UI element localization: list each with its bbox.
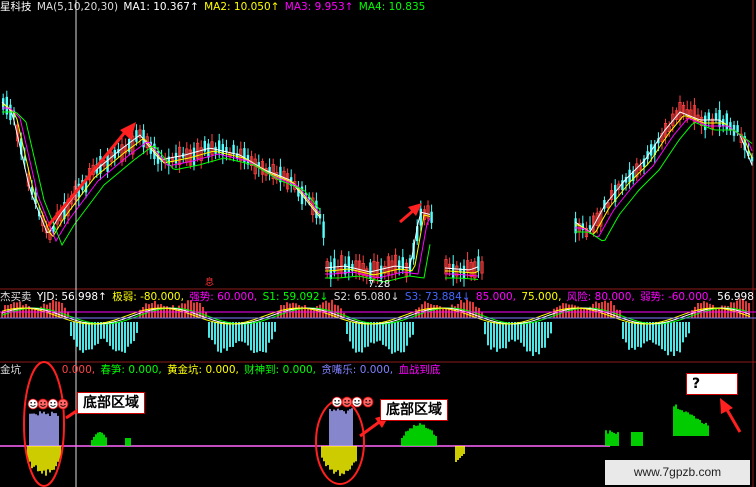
indicator2-lines <box>1 307 751 325</box>
indicator3-legend: 金坑 0.000, 春笋: 0.000, 黄金坑: 0.000, 财神到: 0.… <box>0 363 442 377</box>
candle-body-down <box>477 256 480 271</box>
candle-body-down <box>106 154 109 172</box>
smiley-face-icon <box>351 396 363 408</box>
bottom-zone-callout-1: 底部区域 <box>77 392 145 414</box>
smiley-eye-icon <box>64 402 66 404</box>
low-price-label: 7.28 <box>368 279 391 290</box>
candle-body-down <box>707 112 710 120</box>
smiley-face-icon <box>27 398 39 410</box>
smiley-eye-icon <box>30 402 32 404</box>
candle-body-down <box>714 113 718 121</box>
v75-value: 75.000, <box>521 291 562 303</box>
last-value: 56.998↑ <box>717 291 756 303</box>
smiley-face-icon <box>37 398 49 410</box>
smiley-eye-icon <box>338 400 340 402</box>
candle-body-down <box>221 144 224 156</box>
candle-body-down <box>214 146 217 154</box>
s1-value: S1: 59.092↓ <box>262 291 329 303</box>
smiley-eye-icon <box>60 402 62 404</box>
stock-chart-window: 星科技 MA(5,10,20,30) MA1: 10.367↑ MA2: 10.… <box>0 0 756 487</box>
smiley-eye-icon <box>34 402 36 404</box>
candle-body-down <box>588 225 592 230</box>
candle-body-down <box>430 211 433 223</box>
smiley-eye-icon <box>50 402 52 404</box>
bottom-zone-callout-2: 底部区域 <box>380 399 448 421</box>
indicator3-name[interactable]: 金坑 <box>0 364 21 376</box>
candle-body-down <box>729 122 732 131</box>
s2-value: S2: 65.080↓ <box>333 291 400 303</box>
ma-line <box>445 277 479 281</box>
v85-value: 85.000, <box>475 291 516 303</box>
smiley-eye-icon <box>344 400 347 402</box>
s3-value: S3: 73.884↓ <box>404 291 471 303</box>
yjd-value: YJD: 56.998↑ <box>36 291 107 303</box>
tanzuile-value: 贪嘴乐: 0.000, <box>321 364 394 376</box>
smiley-eye-icon <box>369 400 371 402</box>
smiley-eye-icon <box>334 400 337 402</box>
xuezhan-label: 血战到底 <box>398 364 441 376</box>
smiley-face-icon <box>331 396 343 408</box>
question-callout: ? <box>686 373 738 395</box>
smiley-eye-icon <box>354 400 357 402</box>
candle-body-down <box>218 140 221 154</box>
smiley-eye-icon <box>44 402 46 404</box>
website-watermark: www.7gpzb.com <box>605 460 750 485</box>
candle-body-down <box>718 109 721 128</box>
candle-body-down <box>401 257 404 271</box>
candle-body-down <box>452 264 455 278</box>
fengxian-value: 风险: 80.000, <box>566 291 635 303</box>
smiley-face-icon <box>47 398 59 410</box>
chunsun-value: 春笋: 0.000, <box>100 364 162 376</box>
qiangshi-value: 强势: 60.000, <box>189 291 258 303</box>
smiley-face-icon <box>57 398 69 410</box>
candle-body-down <box>322 221 325 238</box>
smiley-eye-icon <box>40 402 42 404</box>
smiley-eye-icon <box>365 400 368 402</box>
moving-average-lines <box>1 101 753 283</box>
candle-body-down <box>725 113 728 130</box>
callout-arrow-3 <box>720 398 742 433</box>
indicator2-legend: 杰买卖 YJD: 56.998↑ 极弱: -80.000, 强势: 60.000… <box>0 290 756 304</box>
caishendao-value: 财神到: 0.000, <box>244 364 316 376</box>
huangjinkeng-value: 黄金坑: 0.000, <box>167 364 239 376</box>
candle-body-down <box>574 218 577 234</box>
jiruo-value: 极弱: -80.000, <box>112 291 184 303</box>
indicator2-name[interactable]: 杰买卖 <box>0 291 32 303</box>
candle-body-down <box>347 256 350 273</box>
smiley-face-icon <box>341 396 353 408</box>
smiley-eye-icon <box>348 400 350 402</box>
zero-value: 0.000, <box>61 364 96 376</box>
candle-body-down <box>736 125 739 133</box>
candle-body-down <box>398 260 401 270</box>
ruoshi-value: 弱势: -60.000, <box>640 291 712 303</box>
candle-body-down <box>135 130 138 142</box>
trend-arrow-up-1 <box>46 122 136 227</box>
smiley-face-icon <box>362 396 374 408</box>
candle-body-down <box>207 143 210 158</box>
smiley-eye-icon <box>54 402 56 404</box>
dividend-marker[interactable]: 息 <box>205 278 214 288</box>
smiley-eye-icon <box>358 400 360 402</box>
candle-body-down <box>174 152 178 164</box>
indicator2-bars <box>1 298 750 356</box>
